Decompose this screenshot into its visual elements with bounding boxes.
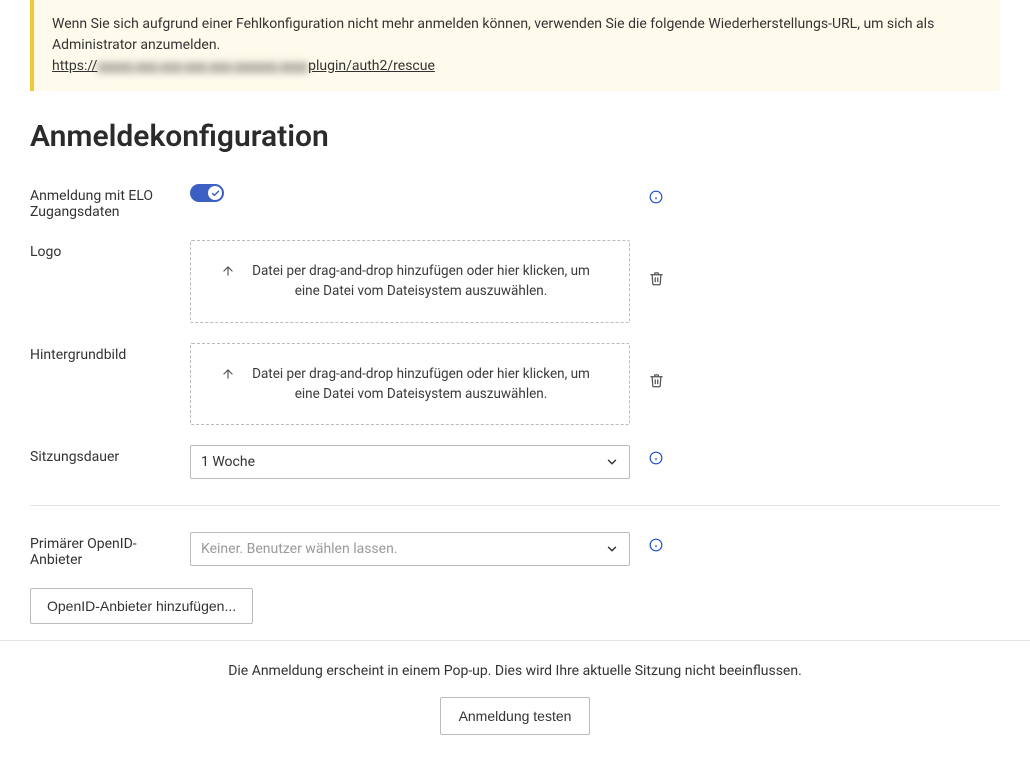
elo-login-toggle[interactable]	[190, 184, 224, 202]
recovery-url-suffix: plugin/auth2/rescue	[308, 58, 435, 74]
logo-delete-button[interactable]	[642, 264, 670, 292]
background-label: Hintergrundbild	[30, 343, 190, 363]
page-title: Anmeldekonfiguration	[30, 119, 1000, 154]
background-delete-button[interactable]	[642, 367, 670, 395]
chevron-down-icon	[605, 455, 619, 469]
logo-label: Logo	[30, 240, 190, 260]
upload-icon	[221, 264, 235, 278]
primary-openid-select[interactable]: Keiner. Benutzer wählen lassen.	[190, 532, 630, 566]
trash-icon	[649, 373, 664, 388]
background-dropzone[interactable]: Datei per drag-and-drop hinzufügen oder …	[190, 343, 630, 426]
upload-icon	[221, 367, 235, 381]
recovery-url-link[interactable]: https://xxxxx-xxx-xxx-xxx-xxx-xxxxxx-xxx…	[52, 58, 435, 74]
chevron-down-icon	[605, 542, 619, 556]
divider	[30, 505, 1000, 506]
recovery-notice: Wenn Sie sich aufgrund einer Fehlkonfigu…	[30, 0, 1000, 91]
info-icon[interactable]	[649, 451, 663, 469]
elo-login-label: Anmeldung mit ELO Zugangsdaten	[30, 184, 190, 220]
footer-text: Die Anmeldung erscheint in einem Pop-up.…	[30, 663, 1000, 679]
primary-openid-placeholder: Keiner. Benutzer wählen lassen.	[201, 541, 398, 557]
session-duration-select[interactable]: 1 Woche	[190, 445, 630, 479]
session-duration-label: Sitzungsdauer	[30, 445, 190, 465]
logo-dropzone[interactable]: Datei per drag-and-drop hinzufügen oder …	[190, 240, 630, 323]
check-icon	[208, 186, 222, 200]
background-dropzone-text: Datei per drag-and-drop hinzufügen oder …	[243, 364, 599, 405]
primary-openid-label: Primärer OpenID-Anbieter	[30, 532, 190, 568]
info-icon[interactable]	[649, 538, 663, 556]
recovery-notice-text: Wenn Sie sich aufgrund einer Fehlkonfigu…	[52, 14, 982, 56]
logo-dropzone-text: Datei per drag-and-drop hinzufügen oder …	[243, 261, 599, 302]
trash-icon	[649, 271, 664, 286]
test-login-button[interactable]: Anmeldung testen	[440, 697, 591, 735]
recovery-url-prefix: https://	[52, 58, 97, 74]
add-openid-provider-button[interactable]: OpenID-Anbieter hinzufügen...	[30, 588, 253, 624]
session-duration-value: 1 Woche	[201, 454, 255, 470]
recovery-url-hidden: xxxxx-xxx-xxx-xxx-xxx-xxxxxx-xxxx	[97, 58, 308, 74]
info-icon[interactable]	[649, 190, 663, 208]
